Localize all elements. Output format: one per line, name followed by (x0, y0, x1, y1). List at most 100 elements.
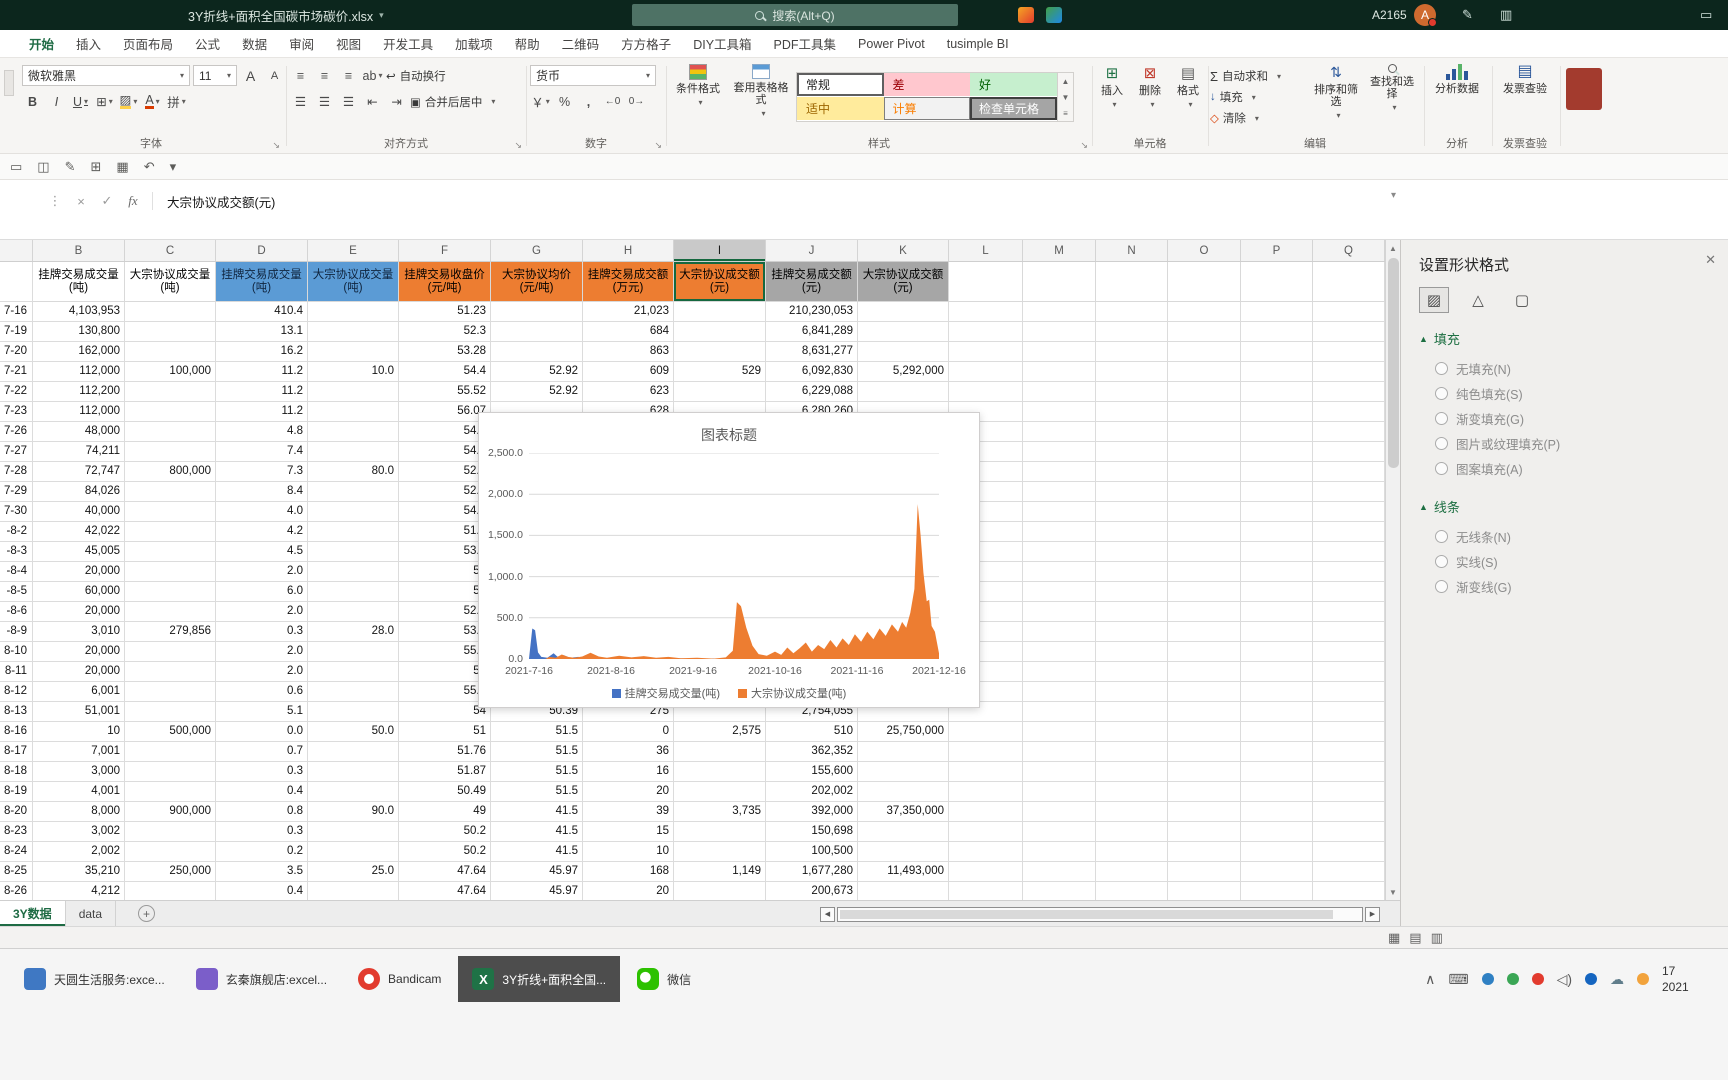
cell-Q17[interactable] (1313, 602, 1385, 622)
cell-G6[interactable]: 52.92 (491, 382, 583, 402)
header-cell-P[interactable] (1241, 262, 1313, 302)
cell-F26[interactable]: 50.49 (399, 782, 491, 802)
taskbar-app-4[interactable]: 3Y折线+面积全国... (458, 956, 621, 1002)
cell-H25[interactable]: 16 (583, 762, 674, 782)
cell-K25[interactable] (858, 762, 949, 782)
cell-P21[interactable] (1241, 682, 1313, 702)
cell-C7[interactable] (125, 402, 216, 422)
cell-F28[interactable]: 50.2 (399, 822, 491, 842)
sheet-tab-2[interactable]: data (66, 901, 117, 926)
cell-Q19[interactable] (1313, 642, 1385, 662)
cell-I4[interactable] (674, 342, 766, 362)
cell-I27[interactable]: 3,735 (674, 802, 766, 822)
cell-D14[interactable]: 4.5 (216, 542, 308, 562)
cell-B7[interactable]: 112,000 (33, 402, 125, 422)
cell-E23[interactable]: 50.0 (308, 722, 399, 742)
ribbon-tab-16[interactable]: tusimple BI (936, 30, 1020, 57)
search-box[interactable]: 搜索(Alt+Q) (632, 4, 958, 26)
cell-J2[interactable]: 210,230,053 (766, 302, 858, 322)
cell-O2[interactable] (1168, 302, 1241, 322)
cell-H28[interactable]: 15 (583, 822, 674, 842)
pane-option-1-3[interactable]: 渐变填充(G) (1419, 406, 1728, 431)
format-as-table-button[interactable]: 套用表格格式 ▾ (730, 64, 792, 118)
cell-J26[interactable]: 202,002 (766, 782, 858, 802)
cell-O6[interactable] (1168, 382, 1241, 402)
cell-B30[interactable]: 35,210 (33, 862, 125, 882)
cell-K5[interactable]: 5,292,000 (858, 362, 949, 382)
cell-B9[interactable]: 74,211 (33, 442, 125, 462)
cell-E30[interactable]: 25.0 (308, 862, 399, 882)
cell-N3[interactable] (1096, 322, 1168, 342)
cell-N6[interactable] (1096, 382, 1168, 402)
cell-A19[interactable]: 8-10 (0, 642, 33, 662)
insert-function-icon[interactable]: fx (120, 193, 146, 209)
dialog-launcher-icon[interactable]: ↘ (654, 140, 662, 151)
cell-C27[interactable]: 900,000 (125, 802, 216, 822)
cell-D5[interactable]: 11.2 (216, 362, 308, 382)
cell-J27[interactable]: 392,000 (766, 802, 858, 822)
cell-F3[interactable]: 52.3 (399, 322, 491, 342)
section-expand-icon[interactable]: ▲ (1419, 502, 1428, 512)
cell-Q8[interactable] (1313, 422, 1385, 442)
cell-D8[interactable]: 4.8 (216, 422, 308, 442)
borders-button[interactable]: ⊞ ▾ (94, 91, 115, 112)
cell-A8[interactable]: 7-26 (0, 422, 33, 442)
tray-icon-6[interactable]: ◁) (1557, 971, 1572, 988)
pane-section-header[interactable]: ▲ 填充 (1419, 329, 1728, 348)
taskbar-app-1[interactable]: 天圆生活服务:exce... (10, 956, 179, 1002)
cell-P27[interactable] (1241, 802, 1313, 822)
cell-J4[interactable]: 8,631,277 (766, 342, 858, 362)
cell-G24[interactable]: 51.5 (491, 742, 583, 762)
drawing-tool-icon-1[interactable]: ▭ (10, 159, 22, 175)
cell-B26[interactable]: 4,001 (33, 782, 125, 802)
cell-C4[interactable] (125, 342, 216, 362)
column-header-P[interactable]: P (1241, 240, 1313, 261)
chart-plot-area[interactable] (529, 453, 939, 659)
cell-O5[interactable] (1168, 362, 1241, 382)
header-cell-Q[interactable] (1313, 262, 1385, 302)
align-right-icon[interactable]: ☰ (338, 91, 359, 112)
autosum-button[interactable]: Σ 自动求和 ▾ (1210, 66, 1306, 86)
cell-D3[interactable]: 13.1 (216, 322, 308, 342)
cell-C6[interactable] (125, 382, 216, 402)
cell-B10[interactable]: 72,747 (33, 462, 125, 482)
column-header-Q[interactable]: Q (1313, 240, 1385, 261)
cell-Q12[interactable] (1313, 502, 1385, 522)
cell-C2[interactable] (125, 302, 216, 322)
cell-B2[interactable]: 4,103,953 (33, 302, 125, 322)
align-top-icon[interactable]: ≡ (290, 65, 311, 86)
cell-I5[interactable]: 529 (674, 362, 766, 382)
cell-B13[interactable]: 42,022 (33, 522, 125, 542)
cell-A4[interactable]: 7-20 (0, 342, 33, 362)
ribbon-tab-3[interactable]: 页面布局 (112, 30, 184, 57)
cell-B16[interactable]: 60,000 (33, 582, 125, 602)
taskbar-app-5[interactable]: 微信 (623, 956, 705, 1002)
cell-O26[interactable] (1168, 782, 1241, 802)
cell-B31[interactable]: 4,212 (33, 882, 125, 900)
phonetic-guide-button[interactable]: 拼 ▾ (166, 91, 187, 112)
pane-option-1-4[interactable]: 图片或纹理填充(P) (1419, 431, 1728, 456)
cell-E13[interactable] (308, 522, 399, 542)
pane-option-1-5[interactable]: 图案填充(A) (1419, 456, 1728, 481)
cell-K4[interactable] (858, 342, 949, 362)
cell-A14[interactable]: -8-3 (0, 542, 33, 562)
align-center-icon[interactable]: ☰ (314, 91, 335, 112)
page-break-view-icon[interactable]: ▥ (1431, 930, 1443, 946)
cell-C11[interactable] (125, 482, 216, 502)
cell-B24[interactable]: 7,001 (33, 742, 125, 762)
cell-E14[interactable] (308, 542, 399, 562)
cell-A23[interactable]: 8-16 (0, 722, 33, 742)
comma-format-icon[interactable]: , (578, 91, 599, 112)
conditional-formatting-button[interactable]: 条件格式 ▾ (670, 64, 726, 107)
cell-N12[interactable] (1096, 502, 1168, 522)
cell-B15[interactable]: 20,000 (33, 562, 125, 582)
header-cell-D[interactable]: 挂牌交易成交量(吨) (216, 262, 308, 302)
cell-Q25[interactable] (1313, 762, 1385, 782)
cell-N26[interactable] (1096, 782, 1168, 802)
cell-M15[interactable] (1023, 562, 1096, 582)
ribbon-tab-7[interactable]: 视图 (325, 30, 372, 57)
cell-E22[interactable] (308, 702, 399, 722)
addin-icon[interactable] (1046, 7, 1062, 23)
cell-A2[interactable]: 7-16 (0, 302, 33, 322)
cell-M5[interactable] (1023, 362, 1096, 382)
